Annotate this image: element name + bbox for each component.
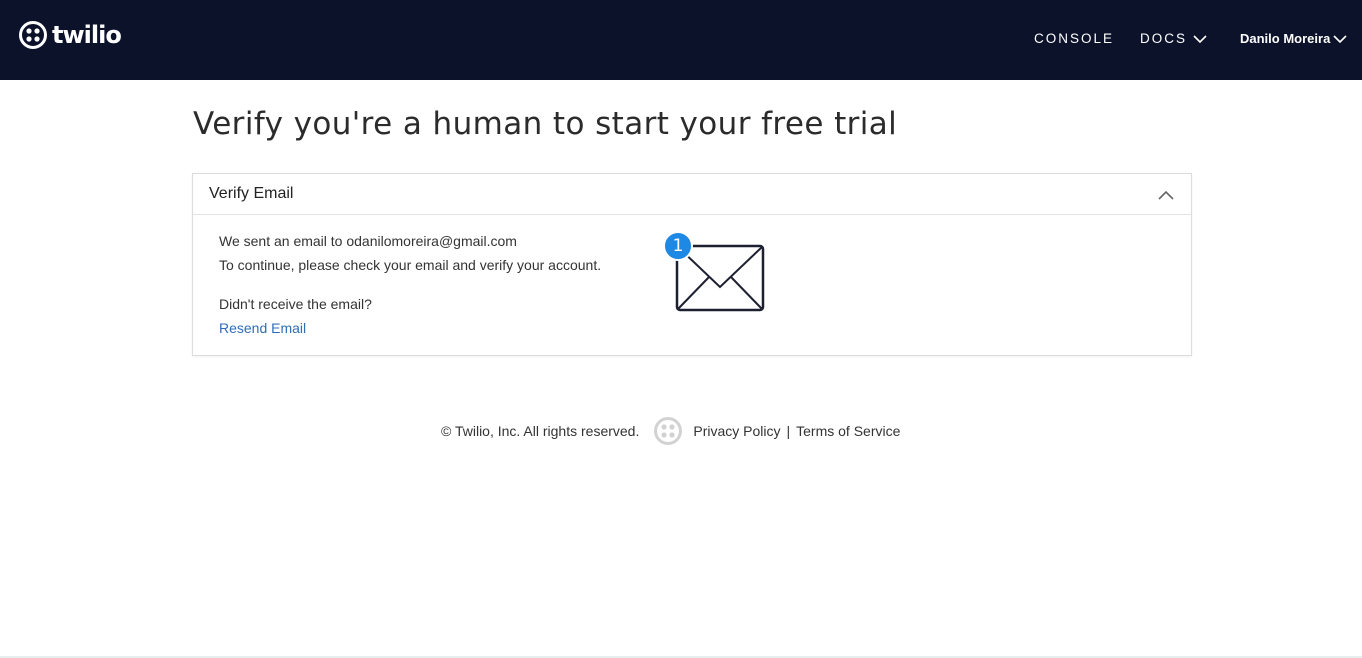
footer: © Twilio, Inc. All rights reserved. Priv… — [441, 416, 900, 446]
chevron-down-icon — [1333, 35, 1347, 44]
continue-instructions: To continue, please check your email and… — [219, 257, 602, 273]
chevron-up-icon[interactable] — [1157, 189, 1175, 201]
user-menu-dropdown[interactable]: Danilo Moreira — [1240, 30, 1347, 48]
user-name: Danilo Moreira — [1240, 31, 1331, 46]
nav-console-label: CONSOLE — [1034, 31, 1115, 46]
terms-of-service-link[interactable]: Terms of Service — [796, 423, 900, 439]
email-sent-text: We sent an email to odanilomoreira@gmail… — [219, 233, 517, 249]
page-title: Verify you're a human to start your free… — [193, 106, 898, 142]
copyright-text: © Twilio, Inc. All rights reserved. — [441, 423, 640, 439]
verify-email-panel: Verify Email We sent an email to odanilo… — [192, 173, 1192, 356]
privacy-policy-link[interactable]: Privacy Policy — [693, 423, 780, 439]
twilio-logo-icon — [19, 21, 47, 49]
nav-console[interactable]: CONSOLE — [1034, 30, 1114, 48]
chevron-down-icon — [1193, 35, 1207, 44]
twilio-logo-icon — [654, 417, 683, 445]
resend-email-link[interactable]: Resend Email — [219, 319, 306, 337]
panel-title: Verify Email — [209, 185, 294, 202]
not-received-text: Didn't receive the email? — [219, 296, 372, 312]
brand-name: twilio — [52, 21, 122, 49]
notification-badge: 1 — [663, 231, 693, 261]
nav-docs-dropdown[interactable]: DOCS — [1140, 30, 1207, 48]
footer-separator: | — [786, 423, 791, 439]
nav-docs-label: DOCS — [1140, 31, 1188, 46]
verify-email-panel-header[interactable]: Verify Email — [193, 174, 1191, 215]
twilio-logo[interactable]: twilio — [18, 19, 122, 51]
top-navbar: twilio CONSOLE DOCS Danilo Moreira — [0, 0, 1362, 80]
